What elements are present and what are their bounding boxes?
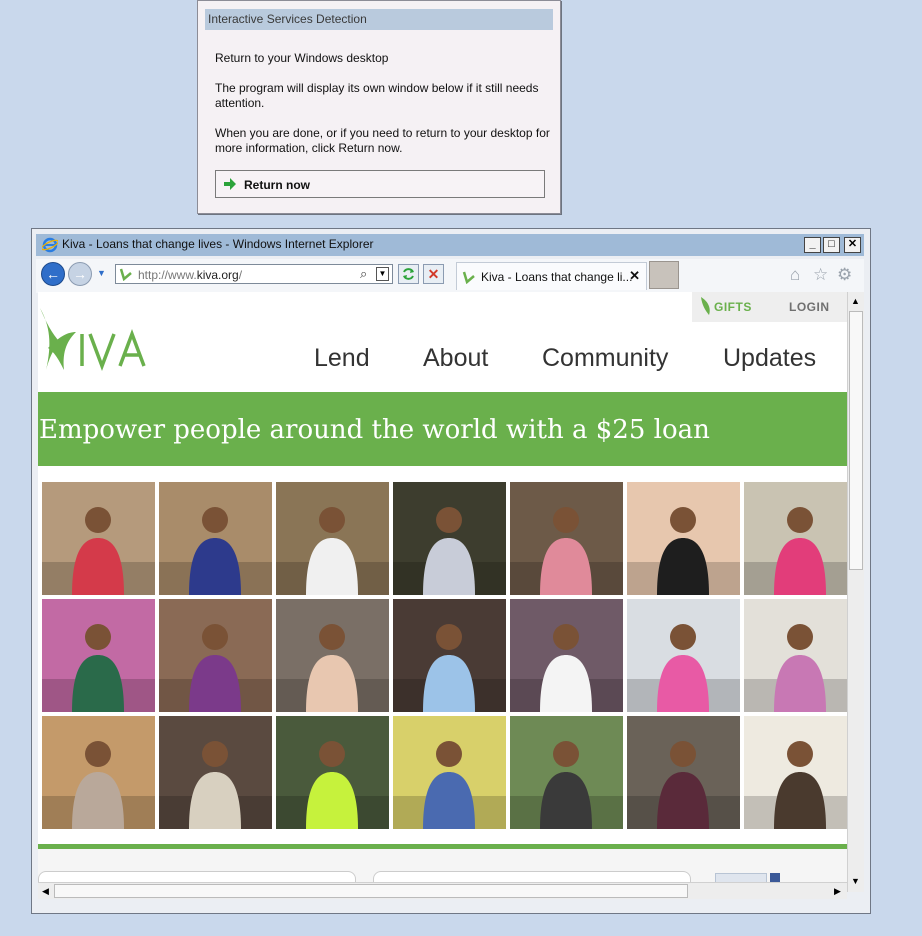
horizontal-scroll-thumb[interactable]	[54, 884, 688, 898]
borrower-photo-7[interactable]	[744, 482, 847, 595]
address-bar[interactable]: http://www.kiva.org/ ⌕ ▼	[115, 264, 393, 284]
refresh-icon	[399, 268, 418, 287]
horizontal-scrollbar[interactable]: ◀ ▶	[38, 882, 847, 899]
refresh-button[interactable]	[398, 264, 419, 284]
nav-community[interactable]: Community	[542, 344, 668, 373]
borrower-photo-1[interactable]	[42, 482, 155, 595]
minimize-button[interactable]: _	[804, 237, 821, 253]
ie-logo-icon	[41, 237, 59, 258]
arrow-right-icon: →	[73, 266, 87, 282]
forward-button[interactable]: →	[68, 262, 92, 286]
scroll-up-icon[interactable]: ▲	[848, 293, 863, 309]
nav-updates[interactable]: Updates	[723, 344, 816, 373]
gifts-link[interactable]: GIFTS	[714, 300, 752, 314]
navigation-bar: ← → ▼ http://www.kiva.org/ ⌕ ▼ ✕ Kiva - …	[36, 259, 864, 293]
stop-button[interactable]: ✕	[423, 264, 444, 284]
dialog-message: The program will display its own window …	[215, 81, 539, 110]
borrower-photo-3[interactable]	[276, 482, 389, 595]
maximize-button[interactable]: □	[823, 237, 840, 253]
tab-kiva[interactable]: Kiva - Loans that change li... ✕	[456, 262, 647, 290]
like-button[interactable]	[715, 873, 767, 882]
home-icon[interactable]: ⌂	[790, 265, 800, 285]
borrower-photo-9[interactable]	[159, 599, 272, 712]
borrower-photo-11[interactable]	[393, 599, 506, 712]
borrower-photo-21[interactable]	[744, 716, 847, 829]
borrower-photo-12[interactable]	[510, 599, 623, 712]
kiva-favicon-icon	[119, 267, 133, 286]
borrower-photo-2[interactable]	[159, 482, 272, 595]
dialog-heading: Return to your Windows desktop	[215, 51, 389, 65]
borrower-photo-17[interactable]	[276, 716, 389, 829]
borrower-photo-14[interactable]	[744, 599, 847, 712]
borrower-photo-10[interactable]	[276, 599, 389, 712]
tab-title: Kiva - Loans that change li...	[481, 270, 633, 284]
leaf-icon	[700, 296, 712, 321]
scroll-right-icon[interactable]: ▶	[830, 883, 845, 899]
kiva-tab-favicon-icon	[462, 270, 476, 289]
borrower-photo-4[interactable]	[393, 482, 506, 595]
address-url: http://www.kiva.org/	[138, 268, 243, 282]
hero-tagline: Empower people around the world with a $…	[39, 415, 710, 445]
dialog-instructions: When you are done, or if you need to ret…	[215, 126, 550, 155]
vertical-scroll-thumb[interactable]	[849, 311, 863, 570]
page-content: GIFTS LOGIN Lend About Community Updates…	[38, 292, 847, 882]
borrower-photo-20[interactable]	[627, 716, 740, 829]
ie-window: Kiva - Loans that change lives - Windows…	[31, 228, 871, 914]
borrower-photo-grid	[42, 482, 847, 832]
gear-icon[interactable]: ⚙	[837, 265, 852, 285]
nav-about[interactable]: About	[423, 344, 488, 373]
borrower-photo-8[interactable]	[42, 599, 155, 712]
borrower-photo-18[interactable]	[393, 716, 506, 829]
scroll-left-icon[interactable]: ◀	[38, 883, 53, 899]
borrower-photo-13[interactable]	[627, 599, 740, 712]
arrow-right-icon	[223, 177, 237, 194]
close-window-button[interactable]: ✕	[844, 237, 861, 253]
borrower-photo-5[interactable]	[510, 482, 623, 595]
new-tab-button[interactable]	[649, 261, 679, 289]
scroll-down-icon[interactable]: ▼	[848, 873, 863, 889]
facebook-icon	[770, 873, 780, 882]
page-lower-section	[38, 849, 847, 882]
borrower-photo-16[interactable]	[159, 716, 272, 829]
stop-icon: ✕	[427, 266, 440, 282]
account-bar: GIFTS LOGIN	[692, 292, 847, 322]
vertical-scrollbar[interactable]: ▲ ▼	[847, 292, 864, 892]
borrower-photo-6[interactable]	[627, 482, 740, 595]
return-now-label: Return now	[244, 178, 310, 192]
window-title: Kiva - Loans that change lives - Windows…	[62, 237, 374, 251]
borrower-photo-19[interactable]	[510, 716, 623, 829]
back-button[interactable]: ←	[41, 262, 65, 286]
address-dropdown-icon[interactable]: ▼	[376, 267, 389, 281]
recent-pages-dropdown[interactable]: ▼	[97, 268, 106, 278]
interactive-services-dialog: Interactive Services Detection Return to…	[197, 0, 561, 214]
content-card	[38, 871, 356, 882]
title-bar: Kiva - Loans that change lives - Windows…	[36, 234, 864, 256]
hero-banner: Empower people around the world with a $…	[38, 396, 847, 466]
dialog-title: Interactive Services Detection	[205, 9, 553, 30]
favorites-star-icon[interactable]: ☆	[813, 265, 828, 285]
content-card	[373, 871, 691, 882]
login-link[interactable]: LOGIN	[789, 300, 830, 314]
close-tab-button[interactable]: ✕	[629, 268, 640, 284]
nav-lend[interactable]: Lend	[314, 344, 370, 373]
return-now-button[interactable]: Return now	[215, 170, 545, 198]
kiva-logo[interactable]	[38, 306, 162, 379]
arrow-left-icon: ←	[46, 266, 60, 282]
search-icon[interactable]: ⌕	[360, 266, 367, 282]
borrower-photo-15[interactable]	[42, 716, 155, 829]
